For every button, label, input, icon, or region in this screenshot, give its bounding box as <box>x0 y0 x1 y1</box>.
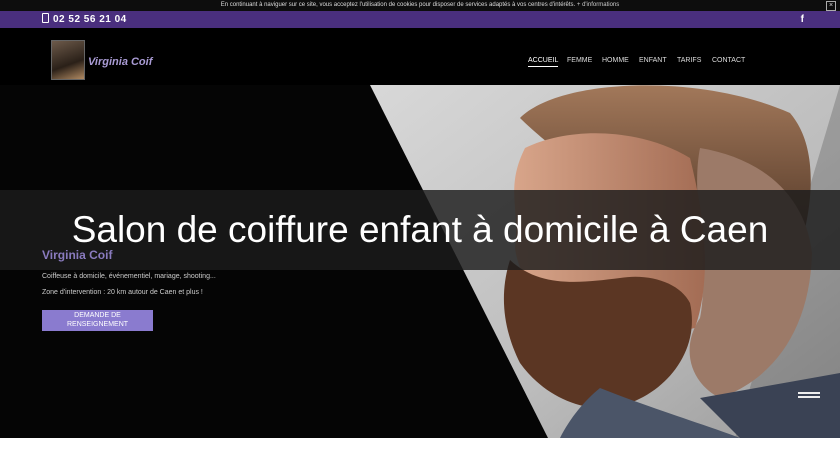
logo-image[interactable] <box>51 40 85 80</box>
nav-contact[interactable]: CONTACT <box>712 57 745 64</box>
nav-femme[interactable]: FEMME <box>567 57 592 64</box>
phone-text: 02 52 56 21 04 <box>53 14 127 25</box>
hero-section: Virginia Coif ACCUEIL FEMME HOMME ENFANT… <box>0 28 840 438</box>
logo-text[interactable]: Virginia Coif <box>88 56 152 68</box>
cookie-close-button[interactable]: × <box>826 1 836 11</box>
contact-request-button[interactable]: DEMANDE DE RENSEIGNEMENT <box>42 310 153 331</box>
nav-tarifs[interactable]: TARIFS <box>677 57 701 64</box>
page-title: Salon de coiffure enfant à domicile à Ca… <box>71 209 769 250</box>
cta-line-2: RENSEIGNEMENT <box>66 321 129 328</box>
menu-toggle-icon[interactable] <box>798 392 820 402</box>
facebook-icon[interactable]: f <box>801 11 804 28</box>
site-header: Virginia Coif ACCUEIL FEMME HOMME ENFANT… <box>0 28 840 85</box>
phone-number[interactable]: 02 52 56 21 04 <box>42 11 127 28</box>
cookie-text: En continuant à naviguer sur ce site, vo… <box>220 2 576 8</box>
nav-accueil[interactable]: ACCUEIL <box>528 57 559 67</box>
phone-icon <box>42 13 49 23</box>
hero-zone: Zone d'intervention : 20 km autour de Ca… <box>42 289 203 296</box>
cookie-more-link[interactable]: + d'informations <box>577 2 619 8</box>
top-bar: 02 52 56 21 04 f <box>0 11 840 28</box>
cookie-banner: En continuant à naviguer sur ce site, vo… <box>0 0 840 11</box>
nav-homme[interactable]: HOMME <box>602 57 629 64</box>
cta-line-1: DEMANDE DE <box>74 312 121 319</box>
hero-brand: Virginia Coif <box>42 248 113 262</box>
hero-tagline: Coiffeuse à domicile, événementiel, mari… <box>42 273 216 280</box>
title-banner: Salon de coiffure enfant à domicile à Ca… <box>0 190 840 270</box>
nav-enfant[interactable]: ENFANT <box>639 57 667 64</box>
